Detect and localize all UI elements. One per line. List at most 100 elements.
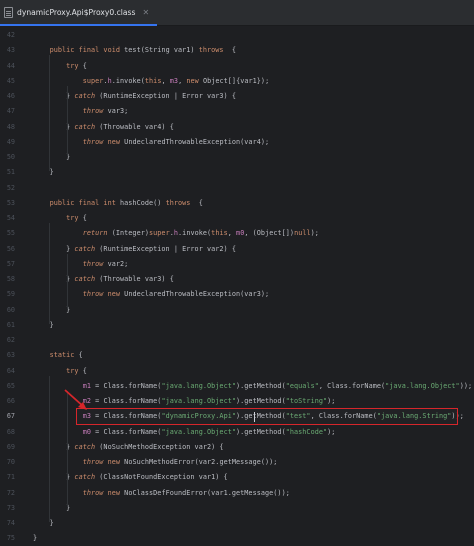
code-token: } <box>33 92 75 100</box>
code-token: "java.lang.Object" <box>161 381 236 390</box>
code-token: throw <box>82 488 104 497</box>
code-line: 43 public final void test(String var1) t… <box>0 43 474 58</box>
close-icon[interactable]: ✕ <box>142 8 149 17</box>
code-text: } catch (RuntimeException | Error var2) … <box>33 242 236 257</box>
line-number: 62 <box>6 336 15 344</box>
tab-proxy-class[interactable]: dynamicProxy.Api$Proxy0.class ✕ <box>0 0 158 26</box>
line-number: 66 <box>6 397 15 405</box>
code-text: throw var2; <box>33 257 129 272</box>
code-token: catch <box>74 122 96 131</box>
code-token: throw <box>82 458 104 466</box>
code-token: ).getMethod( <box>236 381 286 390</box>
code-text: return (Integer)super.h.invoke(this, m0,… <box>33 226 319 241</box>
code-token: return <box>82 229 108 238</box>
code-token: } <box>33 122 75 131</box>
code-line: 45 super.h.invoke(this, m3, new Object[]… <box>0 74 474 89</box>
code-text: try { <box>33 211 87 226</box>
code-text: throw new UndeclaredThrowableException(v… <box>33 135 269 150</box>
code-line: 51 } <box>0 165 474 180</box>
code-editor[interactable]: 42 43 public final void test(String var1)… <box>0 27 474 542</box>
code-line: 55 return (Integer)super.h.invoke(this, … <box>0 226 474 241</box>
code-text: public final void test(String var1) thro… <box>33 43 236 58</box>
line-number: 54 <box>6 214 15 222</box>
code-token: } <box>33 168 54 177</box>
code-token: (ClassNotFoundException var1) { <box>95 473 228 482</box>
code-token: this <box>144 76 162 85</box>
code-line: 50 } <box>0 150 474 165</box>
line-number: 72 <box>6 488 15 497</box>
code-line: 47 throw var3; <box>0 104 474 119</box>
code-token: catch <box>74 92 96 100</box>
code-token: { <box>223 46 236 55</box>
line-number: 63 <box>6 351 15 360</box>
line-number: 67 <box>6 412 15 421</box>
line-number: 59 <box>6 290 15 299</box>
code-line: 44 try { <box>0 59 474 74</box>
code-token: "java.lang.Object" <box>161 397 236 405</box>
code-token: m0 <box>82 427 92 436</box>
code-text: super.h.invoke(this, m3, new Object[]{va… <box>33 74 269 89</box>
code-token: (Integer) <box>107 229 149 238</box>
text-cursor <box>254 411 255 422</box>
line-number: 47 <box>6 107 15 116</box>
code-token: ).getMethod( <box>236 427 286 436</box>
code-line: 60 } <box>0 303 474 318</box>
code-line: 59 throw new UndeclaredThrowableExceptio… <box>0 287 474 302</box>
code-token: } <box>33 442 75 451</box>
code-text: static { <box>33 348 83 363</box>
code-line: 57 throw var2; <box>0 257 474 272</box>
code-token: "java.lang.Object" <box>385 381 460 390</box>
code-token: throw <box>82 259 104 268</box>
code-line: 54 try { <box>0 211 474 226</box>
code-token: ); <box>310 229 319 238</box>
code-line: 46 } catch (RuntimeException | Error var… <box>0 89 474 104</box>
code-token: } <box>33 473 75 482</box>
line-number: 44 <box>6 61 15 70</box>
line-number: 57 <box>6 259 15 268</box>
code-token: = Class.forName( <box>91 381 162 390</box>
indent-guide <box>67 253 68 309</box>
code-token: } <box>33 503 71 512</box>
line-number: 64 <box>6 366 15 375</box>
line-number: 74 <box>6 519 15 527</box>
indent-guide <box>49 223 50 324</box>
code-token: var2; <box>103 259 129 268</box>
code-token: (Throwable var3) { <box>95 275 174 283</box>
editor-tab-bar: dynamicProxy.Api$Proxy0.class ✕ <box>0 0 474 26</box>
code-token: NoSuchMethodError(var2.getMessage()); <box>120 458 278 466</box>
code-line: 74 } <box>0 516 474 531</box>
code-token: .invoke( <box>178 229 212 238</box>
code-token: this <box>211 229 228 238</box>
code-token: new <box>107 488 121 497</box>
code-text: } <box>33 150 70 165</box>
tab-label: dynamicProxy.Api$Proxy0.class <box>17 7 136 17</box>
line-number: 45 <box>6 76 15 85</box>
indent-guide <box>49 55 50 172</box>
code-token: throw <box>82 107 104 116</box>
code-token: throw <box>82 137 104 146</box>
code-text: try { <box>33 364 87 379</box>
code-text: } catch (Throwable var4) { <box>33 120 174 135</box>
code-line: 48 } catch (Throwable var4) { <box>0 120 474 135</box>
code-token: , <box>227 229 237 238</box>
code-line: 68 m0 = Class.forName("java.lang.Object"… <box>0 425 474 440</box>
red-arrow-annotation <box>64 389 87 411</box>
code-line: 62 <box>0 333 474 348</box>
indent-guide <box>67 85 68 156</box>
code-token: new <box>186 76 199 85</box>
code-token: NoClassDefFoundError(var1.getMessage()); <box>120 488 290 497</box>
code-text: } <box>33 516 54 531</box>
code-text: } catch (RuntimeException | Error var3) … <box>33 89 236 104</box>
line-number: 56 <box>6 244 15 253</box>
line-number: 58 <box>6 275 15 283</box>
code-text: } <box>33 303 70 318</box>
code-line: 72 throw new NoClassDefFoundError(var1.g… <box>0 486 474 501</box>
code-token: (RuntimeException | Error var3) { <box>95 92 236 100</box>
code-line: 73 } <box>0 501 474 516</box>
